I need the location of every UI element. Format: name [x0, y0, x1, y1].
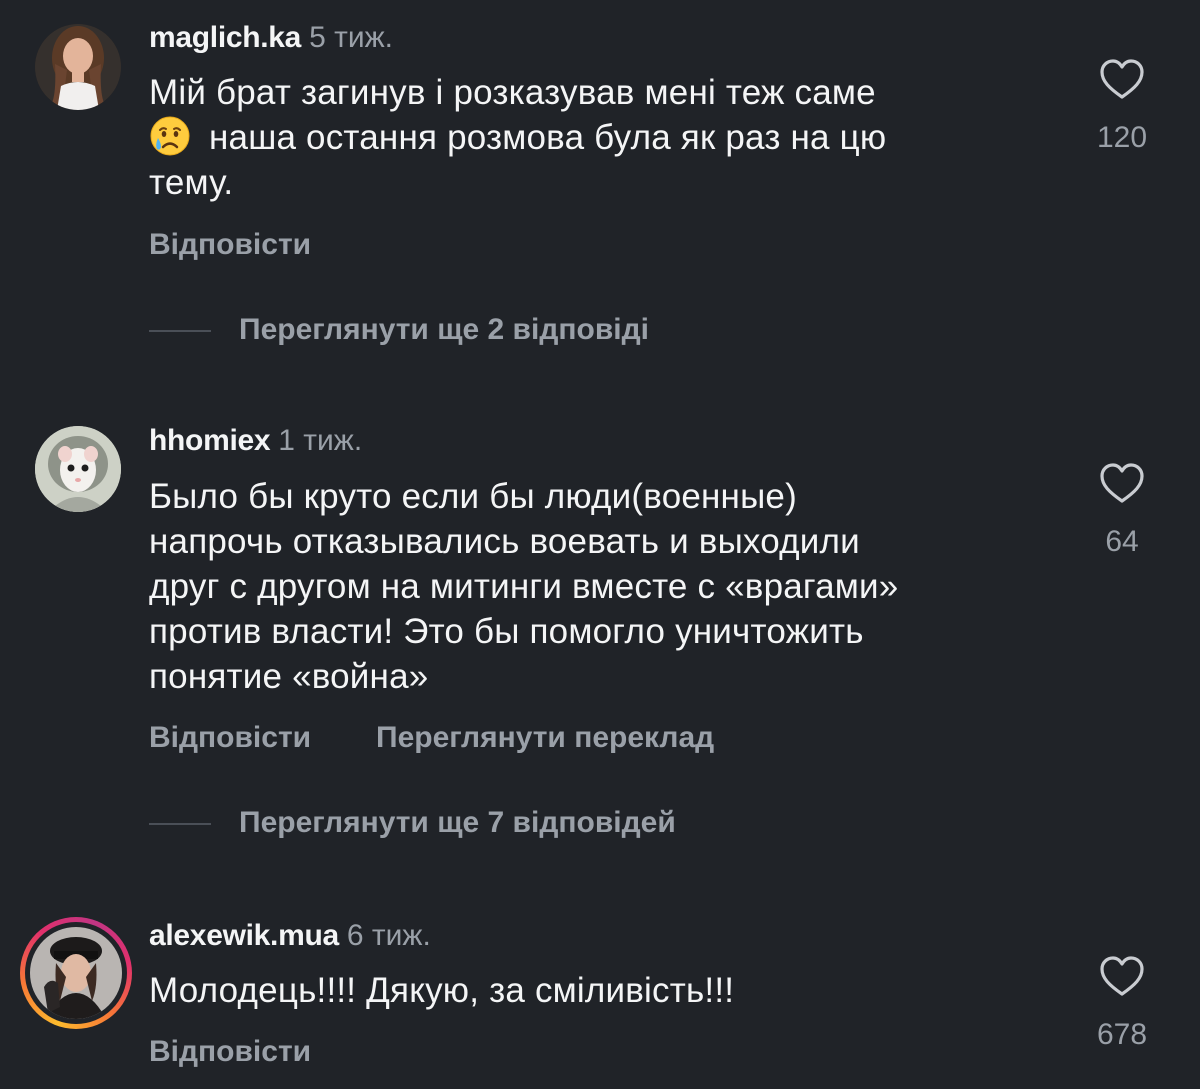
- avatar[interactable]: [30, 927, 122, 1019]
- like-group: 678: [1077, 955, 1167, 1053]
- comment-line: Было бы круто если бы люди(военные): [149, 477, 797, 516]
- view-replies-button[interactable]: Переглянути ще 7 відповідей: [239, 805, 676, 841]
- heart-outline-icon[interactable]: [1099, 58, 1145, 100]
- comment-text: Было бы круто если бы люди(военные) напр…: [149, 474, 1049, 699]
- comment-line: тему.: [149, 163, 234, 202]
- divider-dash: [149, 823, 211, 825]
- comment-header: hhomiex 1 тиж.: [149, 423, 362, 459]
- like-group: 64: [1077, 462, 1167, 560]
- timestamp: 1 тиж.: [278, 424, 363, 457]
- username[interactable]: alexewik.mua: [149, 919, 339, 952]
- like-count: 64: [1105, 525, 1139, 558]
- comment-header: maglich.ka 5 тиж.: [149, 20, 393, 56]
- reply-button[interactable]: Відповісти: [149, 720, 311, 756]
- comments-screen: maglich.ka 5 тиж. Мій брат загинув і розк…: [0, 0, 1200, 1089]
- username[interactable]: hhomiex: [149, 424, 271, 457]
- like-count: 678: [1096, 1018, 1148, 1051]
- view-replies-button[interactable]: Переглянути ще 2 відповіді: [239, 312, 649, 348]
- heart-outline-icon[interactable]: [1099, 955, 1145, 997]
- like-group: 120: [1077, 58, 1167, 156]
- like-count: 120: [1096, 121, 1148, 154]
- comment-line: Мій брат загинув і розказував мені теж с…: [149, 73, 876, 112]
- comment-line: друг с другом на митинги вместе с «врага…: [149, 567, 899, 606]
- username[interactable]: maglich.ka: [149, 21, 301, 54]
- comment-text: Молодець!!!! Дякую, за сміливість!!!: [149, 968, 1049, 1013]
- comment-text: Мій брат загинув і розказував мені теж с…: [149, 70, 1049, 205]
- timestamp: 5 тиж.: [309, 21, 393, 54]
- reply-button[interactable]: Відповісти: [149, 1034, 311, 1070]
- timestamp: 6 тиж.: [346, 919, 431, 952]
- comment-header: alexewik.mua 6 тиж.: [149, 918, 431, 954]
- comment-line-text: наша остання розмова була як раз на цю: [209, 118, 887, 157]
- comment-line: против власти! Это бы помогло уничтожить: [149, 612, 864, 651]
- comment-line: понятие «война»: [149, 657, 429, 696]
- avatar[interactable]: [35, 426, 121, 512]
- avatar[interactable]: [35, 24, 121, 110]
- comment-line: напрочь отказывались воевать и выходили: [149, 522, 860, 561]
- story-ring[interactable]: [20, 917, 132, 1029]
- comment-line: Молодець!!!! Дякую, за сміливість!!!: [149, 971, 735, 1010]
- divider-dash: [149, 330, 211, 332]
- crying-face-emoji: [150, 116, 190, 156]
- comment-line: наша остання розмова була як раз на цю: [149, 115, 1049, 160]
- reply-button[interactable]: Відповісти: [149, 227, 311, 263]
- heart-outline-icon[interactable]: [1099, 462, 1145, 504]
- view-translation-button[interactable]: Переглянути переклад: [376, 720, 714, 756]
